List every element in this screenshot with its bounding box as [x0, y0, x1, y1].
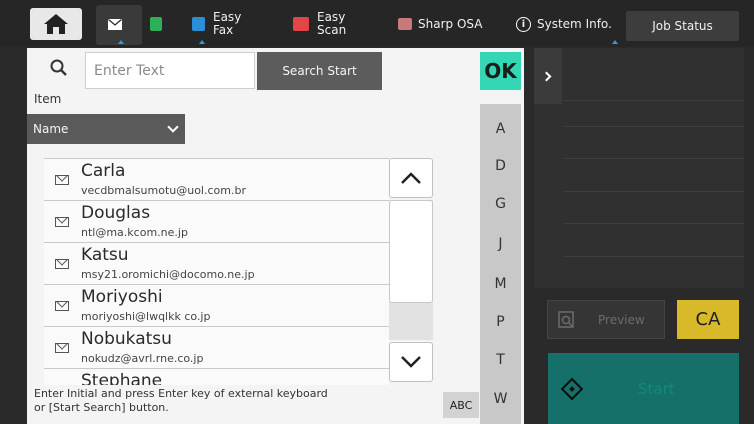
- system-info-indicator: [612, 40, 618, 44]
- divider: [564, 158, 744, 159]
- scan-icon: [293, 17, 309, 31]
- sharp-osa-button[interactable]: Sharp OSA: [398, 7, 482, 41]
- preview-button[interactable]: Preview: [547, 300, 665, 339]
- alpha-index-p[interactable]: P: [480, 314, 521, 330]
- start-icon: [560, 377, 584, 400]
- search-start-label: Search Start: [282, 64, 357, 78]
- easy-fax-label: Easy Fax: [213, 10, 242, 37]
- fax-icon: [192, 17, 205, 31]
- info-icon: i: [516, 16, 531, 32]
- search-icon: [49, 58, 71, 80]
- alpha-index-a[interactable]: A: [480, 121, 521, 137]
- start-label: Start: [638, 379, 675, 398]
- job-status-button[interactable]: Job Status: [626, 11, 739, 41]
- scroll-up-button[interactable]: [389, 158, 433, 198]
- alphabet-index: A D G J M P T W: [480, 104, 521, 424]
- contact-name: Katsu: [81, 245, 129, 265]
- top-bar: Easy Fax Easy Scan Sharp OSA i System In…: [0, 0, 754, 47]
- sort-value: Name: [33, 122, 69, 136]
- chevron-down-icon: [167, 121, 179, 133]
- envelope-icon: [55, 175, 69, 185]
- envelope-icon: [55, 217, 69, 227]
- contact-email: moriyoshi@lwqlkk co.jp: [81, 310, 211, 323]
- abc-button[interactable]: ABC: [443, 392, 479, 418]
- contact-name: Nobukatsu: [81, 329, 172, 349]
- alpha-index-j[interactable]: J: [480, 236, 521, 252]
- system-info-label: System Info.: [537, 16, 612, 31]
- ok-button[interactable]: OK: [480, 52, 521, 90]
- address-search-panel: Item Enter Text Search Start OK Name Car…: [27, 48, 524, 424]
- start-button[interactable]: Start: [548, 353, 739, 424]
- email-mode-tab[interactable]: [108, 7, 122, 41]
- contact-row[interactable]: Douglas ntl@ma.kcom.ne.jp: [44, 201, 389, 243]
- job-status-label: Job Status: [652, 19, 713, 33]
- contact-email: vecdbmalsumotu@uol.com.br: [81, 184, 246, 197]
- envelope-icon: [55, 343, 69, 353]
- divider: [564, 100, 744, 101]
- easy-scan-label: Easy Scan: [317, 10, 347, 37]
- active-indicator: [118, 40, 124, 44]
- scrollbar-thumb[interactable]: [389, 200, 433, 303]
- expand-panel-button[interactable]: [534, 48, 562, 104]
- divider: [564, 126, 744, 127]
- contact-name: Stephane: [81, 371, 163, 385]
- alpha-index-t[interactable]: T: [480, 352, 521, 368]
- contact-email: nokudz@avrl.rne.co.jp: [81, 352, 204, 365]
- envelope-icon: [55, 301, 69, 311]
- address-book-icon: [150, 17, 162, 31]
- contact-row[interactable]: Nobukatsu nokudz@avrl.rne.co.jp: [44, 327, 389, 369]
- contact-email: msy21.oromichi@docomo.ne.jp: [81, 268, 255, 281]
- contact-row[interactable]: Carla vecdbmalsumotu@uol.com.br: [44, 159, 389, 201]
- contact-email: ntl@ma.kcom.ne.jp: [81, 226, 188, 239]
- contact-name: Moriyoshi: [81, 287, 163, 307]
- alpha-index-w[interactable]: W: [480, 391, 521, 407]
- address-book-tab[interactable]: [150, 7, 170, 41]
- home-icon: [44, 14, 68, 34]
- item-label: Item: [34, 92, 62, 106]
- scroll-down-button[interactable]: [389, 342, 433, 382]
- fax-indicator: [199, 40, 205, 44]
- preview-label: Preview: [598, 312, 645, 327]
- abc-label: ABC: [449, 398, 473, 412]
- clear-all-button[interactable]: CA: [677, 300, 739, 339]
- contact-list: Carla vecdbmalsumotu@uol.com.br Douglas …: [44, 158, 389, 385]
- ca-label: CA: [695, 309, 721, 330]
- contact-row[interactable]: Moriyoshi moriyoshi@lwqlkk co.jp: [44, 285, 389, 327]
- sharp-osa-label: Sharp OSA: [418, 16, 483, 31]
- alpha-index-g[interactable]: G: [480, 196, 521, 212]
- search-start-button[interactable]: Search Start: [257, 52, 382, 90]
- divider: [564, 223, 744, 224]
- search-hint: Enter Initial and press Enter key of ext…: [34, 387, 328, 414]
- settings-panel: [534, 48, 744, 288]
- ok-label: OK: [484, 59, 517, 83]
- chevron-right-icon: [541, 71, 552, 81]
- divider: [564, 191, 744, 192]
- divider: [564, 256, 744, 257]
- alpha-index-m[interactable]: M: [480, 276, 521, 292]
- preview-icon: [558, 310, 574, 328]
- envelope-icon: [108, 18, 122, 30]
- search-placeholder: Enter Text: [94, 62, 165, 79]
- contact-name: Carla: [81, 161, 126, 181]
- system-info-button[interactable]: i System Info.: [516, 7, 612, 41]
- sort-dropdown[interactable]: Name: [27, 114, 185, 144]
- search-input[interactable]: Enter Text: [85, 52, 255, 89]
- chevron-up-icon: [401, 172, 421, 184]
- contact-row[interactable]: Katsu msy21.oromichi@docomo.ne.jp: [44, 243, 389, 285]
- osa-icon: [398, 18, 412, 30]
- easy-scan-button[interactable]: Easy Scan: [293, 7, 346, 41]
- contact-row[interactable]: Stephane: [44, 369, 389, 385]
- contact-name: Douglas: [81, 203, 151, 223]
- alpha-index-d[interactable]: D: [480, 158, 521, 174]
- chevron-down-icon: [401, 356, 421, 368]
- envelope-icon: [55, 259, 69, 269]
- home-button[interactable]: [30, 8, 82, 40]
- easy-fax-button[interactable]: Easy Fax: [192, 7, 241, 41]
